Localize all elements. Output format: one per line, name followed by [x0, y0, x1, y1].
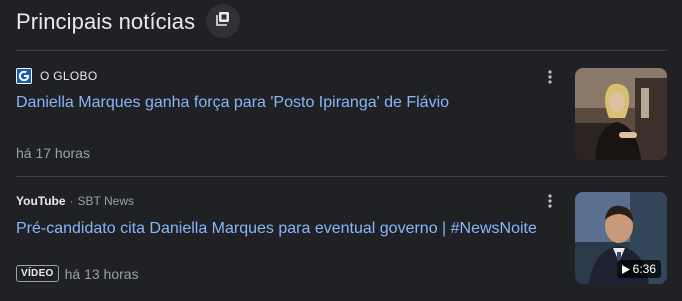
separator-dot: · [69, 194, 74, 208]
source-channel[interactable]: SBT News [78, 194, 134, 208]
source-row: YouTube · SBT News [16, 194, 134, 208]
article-meta: VÍDEO há 13 horas [16, 265, 139, 282]
source-row: O GLOBO [16, 68, 97, 84]
duration-label: 6:36 [632, 262, 656, 276]
section-header: Principais notícias [16, 0, 195, 44]
more-stories-button[interactable] [206, 4, 240, 38]
stacked-pages-icon [215, 11, 231, 32]
video-duration: 6:36 [616, 260, 661, 278]
kebab-menu-icon [548, 194, 552, 208]
more-options-button[interactable] [542, 67, 558, 87]
play-icon [621, 264, 630, 274]
woman-at-podium-photo [575, 68, 667, 160]
video-badge: VÍDEO [16, 265, 59, 282]
article-headline[interactable]: Daniella Marques ganha força para 'Posto… [16, 94, 449, 112]
article-time: há 13 horas [64, 265, 139, 282]
kebab-menu-icon [548, 70, 552, 84]
article-headline[interactable]: Pré-candidato cita Daniella Marques para… [16, 220, 537, 238]
o-globo-logo-icon [16, 68, 32, 84]
news-card[interactable]: O GLOBO Daniella Marques ganha força par… [16, 51, 667, 175]
news-card[interactable]: YouTube · SBT News Pré-candidato cita Da… [16, 177, 667, 301]
source-name[interactable]: O GLOBO [40, 69, 97, 83]
more-options-button[interactable] [542, 191, 558, 211]
video-thumbnail[interactable]: 6:36 [575, 192, 667, 284]
section-title: Principais notícias [16, 9, 196, 34]
article-time: há 17 horas [16, 145, 90, 161]
article-meta: há 17 horas [16, 145, 90, 161]
source-name[interactable]: YouTube [16, 194, 66, 208]
article-thumbnail[interactable] [575, 68, 667, 160]
